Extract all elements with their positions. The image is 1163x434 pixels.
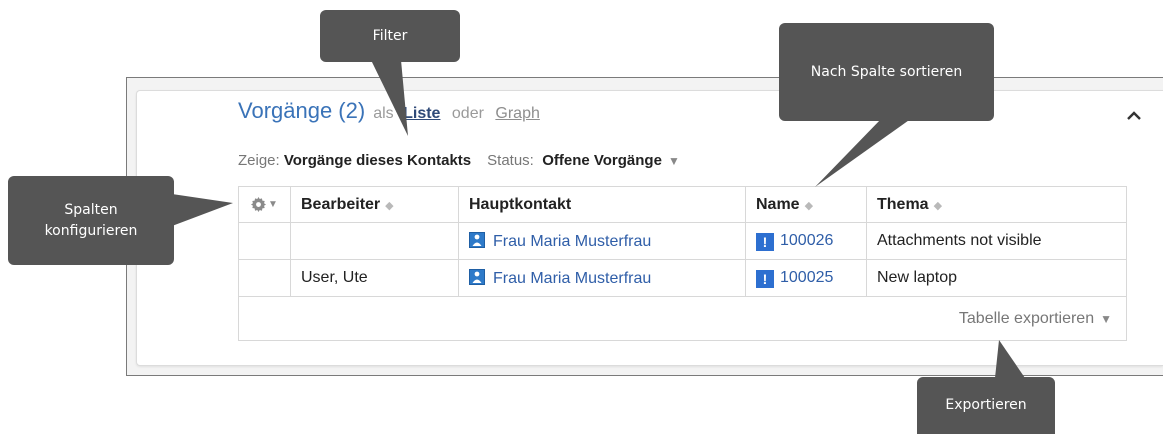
sort-icon: ◆ xyxy=(933,199,943,212)
column-header-name[interactable]: Name ◆ xyxy=(745,186,867,223)
view-graph-link[interactable]: Graph xyxy=(495,105,539,122)
table-footer-row: Tabelle exportieren ▼ xyxy=(238,296,1127,341)
cell-thema: New laptop xyxy=(866,259,1127,297)
cell-name[interactable]: ! 100025 xyxy=(745,259,867,297)
issues-table: ▼ Bearbeiter ◆ Hauptkontakt Name ◆ Thema ◆ … xyxy=(238,186,1127,341)
sort-icon: ◆ xyxy=(385,199,394,212)
collapse-button[interactable] xyxy=(1126,110,1142,122)
status-filter-value[interactable]: Offene Vorgänge xyxy=(542,152,662,169)
issue-icon: ! xyxy=(756,269,774,288)
columns-callout: Spalten konfigurieren xyxy=(8,176,174,265)
panel-title: Vorgänge (2) xyxy=(238,98,366,123)
sort-callout: Nach Spalte sortieren xyxy=(779,23,994,121)
view-as-prefix: als xyxy=(373,105,394,122)
gear-icon xyxy=(251,197,267,212)
panel-header: Vorgänge (2) als Liste oder Graph xyxy=(238,98,545,132)
export-table-button[interactable]: Tabelle exportieren ▼ xyxy=(238,296,1127,341)
contact-icon xyxy=(469,231,485,248)
column-config-button[interactable]: ▼ xyxy=(238,186,291,223)
show-filter-value[interactable]: Vorgänge dieses Kontakts xyxy=(284,152,471,169)
cell-hauptkontakt[interactable]: Frau Maria Musterfrau xyxy=(458,222,746,260)
sort-icon: ◆ xyxy=(804,199,814,212)
chevron-down-icon[interactable]: ▼ xyxy=(668,154,680,168)
cell-name[interactable]: ! 100026 xyxy=(745,222,867,260)
column-header-hauptkontakt[interactable]: Hauptkontakt xyxy=(458,186,746,223)
chevron-down-icon: ▼ xyxy=(1100,311,1112,326)
cell-bearbeiter: User, Ute xyxy=(290,259,459,297)
issue-link[interactable]: 100025 xyxy=(780,269,833,286)
filter-bar: Zeige: Vorgänge dieses Kontakts Status: … xyxy=(238,152,680,169)
issue-icon: ! xyxy=(756,232,774,251)
cell-hauptkontakt[interactable]: Frau Maria Musterfrau xyxy=(458,259,746,297)
view-list-link[interactable]: Liste xyxy=(403,105,440,122)
cell-thema: Attachments not visible xyxy=(866,222,1127,260)
contact-link[interactable]: Frau Maria Musterfrau xyxy=(493,233,651,250)
contact-link[interactable]: Frau Maria Musterfrau xyxy=(493,270,651,287)
table-row[interactable]: Frau Maria Musterfrau ! 100026 Attachment… xyxy=(238,222,1127,260)
contact-icon xyxy=(469,268,485,285)
show-label: Zeige: xyxy=(238,152,280,169)
filter-callout: Filter xyxy=(320,10,460,62)
cell-bearbeiter xyxy=(290,222,459,260)
row-select-cell[interactable] xyxy=(238,259,291,297)
issue-link[interactable]: 100026 xyxy=(780,232,833,249)
column-header-bearbeiter[interactable]: Bearbeiter ◆ xyxy=(290,186,459,223)
status-label: Status: xyxy=(487,152,534,169)
view-or-text: oder xyxy=(451,105,484,122)
column-header-thema[interactable]: Thema ◆ xyxy=(866,186,1127,223)
chevron-down-icon: ▼ xyxy=(268,199,278,210)
view-switcher: als Liste oder Graph xyxy=(373,105,545,123)
export-callout: Exportieren xyxy=(917,377,1055,434)
chevron-up-icon xyxy=(1127,111,1141,120)
table-header-row: ▼ Bearbeiter ◆ Hauptkontakt Name ◆ Thema ◆ xyxy=(238,186,1127,223)
table-row[interactable]: User, Ute Frau Maria Musterfrau ! 100025 … xyxy=(238,259,1127,297)
row-select-cell[interactable] xyxy=(238,222,291,260)
export-label: Tabelle exportieren xyxy=(958,309,1095,327)
